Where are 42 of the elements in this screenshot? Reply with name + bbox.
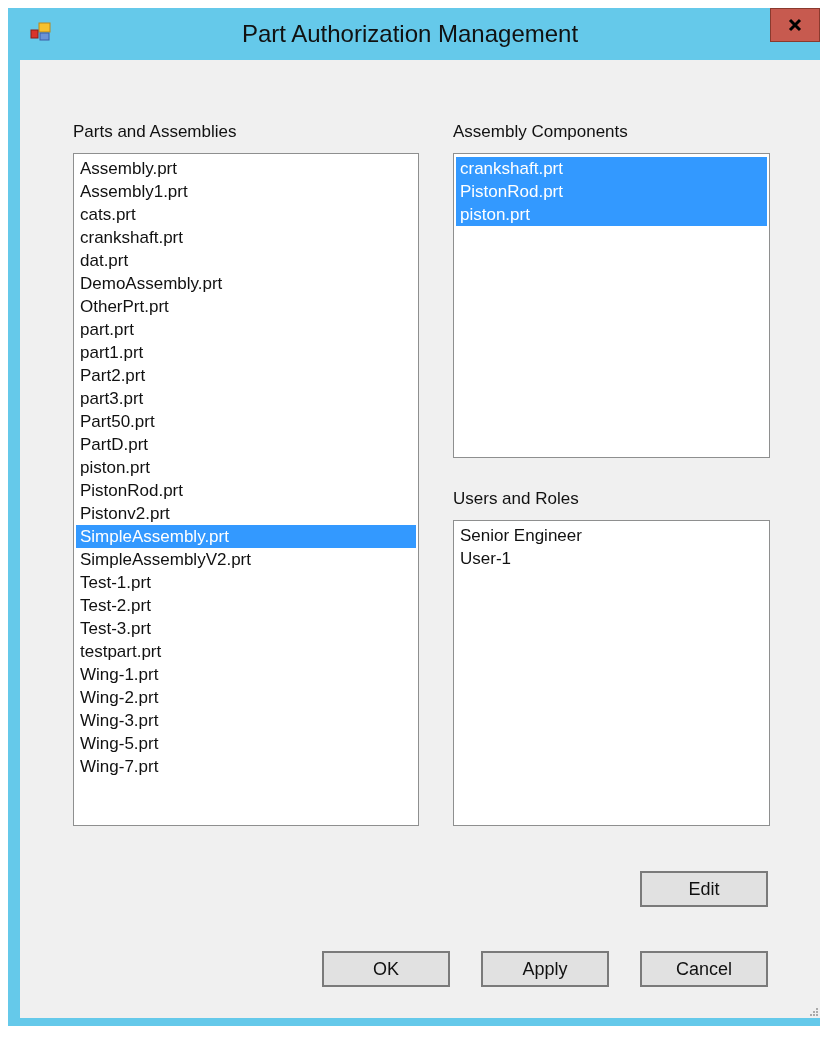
list-item[interactable]: Part2.prt: [76, 364, 416, 387]
app-icon: [30, 22, 52, 42]
list-item[interactable]: OtherPrt.prt: [76, 295, 416, 318]
list-item[interactable]: Assembly1.prt: [76, 180, 416, 203]
window-title: Part Authorization Management: [241, 20, 579, 48]
list-item[interactable]: part.prt: [76, 318, 416, 341]
list-item[interactable]: Wing-3.prt: [76, 709, 416, 732]
list-item[interactable]: Wing-7.prt: [76, 755, 416, 778]
list-item[interactable]: cats.prt: [76, 203, 416, 226]
edit-button[interactable]: Edit: [640, 871, 768, 907]
list-item[interactable]: part3.prt: [76, 387, 416, 410]
close-icon: [788, 17, 802, 32]
list-item[interactable]: Test-2.prt: [76, 594, 416, 617]
list-item[interactable]: Test-3.prt: [76, 617, 416, 640]
list-label: Assembly Components: [453, 126, 629, 138]
list-item[interactable]: Pistonv2.prt: [76, 502, 416, 525]
resize-grip-icon[interactable]: [810, 1008, 818, 1016]
list-item[interactable]: part1.prt: [76, 341, 416, 364]
dialog-button[interactable]: Apply: [481, 951, 609, 987]
dialog-button[interactable]: Cancel: [640, 951, 768, 987]
list-item[interactable]: User-1: [456, 547, 767, 570]
list-item[interactable]: DemoAssembly.prt: [76, 272, 416, 295]
list-item[interactable]: testpart.prt: [76, 640, 416, 663]
list-item[interactable]: Wing-5.prt: [76, 732, 416, 755]
list-label: Parts and Assemblies: [73, 126, 238, 138]
list-item[interactable]: PistonRod.prt: [76, 479, 416, 502]
list-item[interactable]: Wing-1.prt: [76, 663, 416, 686]
list-item[interactable]: PartD.prt: [76, 433, 416, 456]
close-button[interactable]: [770, 8, 820, 42]
list-item[interactable]: Test-1.prt: [76, 571, 416, 594]
list-item[interactable]: Senior Engineer: [456, 524, 767, 547]
list-label: Users and Roles: [453, 493, 580, 505]
list-item[interactable]: Assembly.prt: [76, 157, 416, 180]
list-item[interactable]: dat.prt: [76, 249, 416, 272]
list-item[interactable]: Part50.prt: [76, 410, 416, 433]
list-item[interactable]: crankshaft.prt: [76, 226, 416, 249]
list-item[interactable]: piston.prt: [76, 456, 416, 479]
list-item[interactable]: SimpleAssemblyV2.prt: [76, 548, 416, 571]
list-box[interactable]: [73, 153, 419, 826]
list-item[interactable]: Wing-2.prt: [76, 686, 416, 709]
list-box[interactable]: Senior Engineer User-1: [453, 520, 770, 826]
dialog-button[interactable]: OK: [322, 951, 450, 987]
